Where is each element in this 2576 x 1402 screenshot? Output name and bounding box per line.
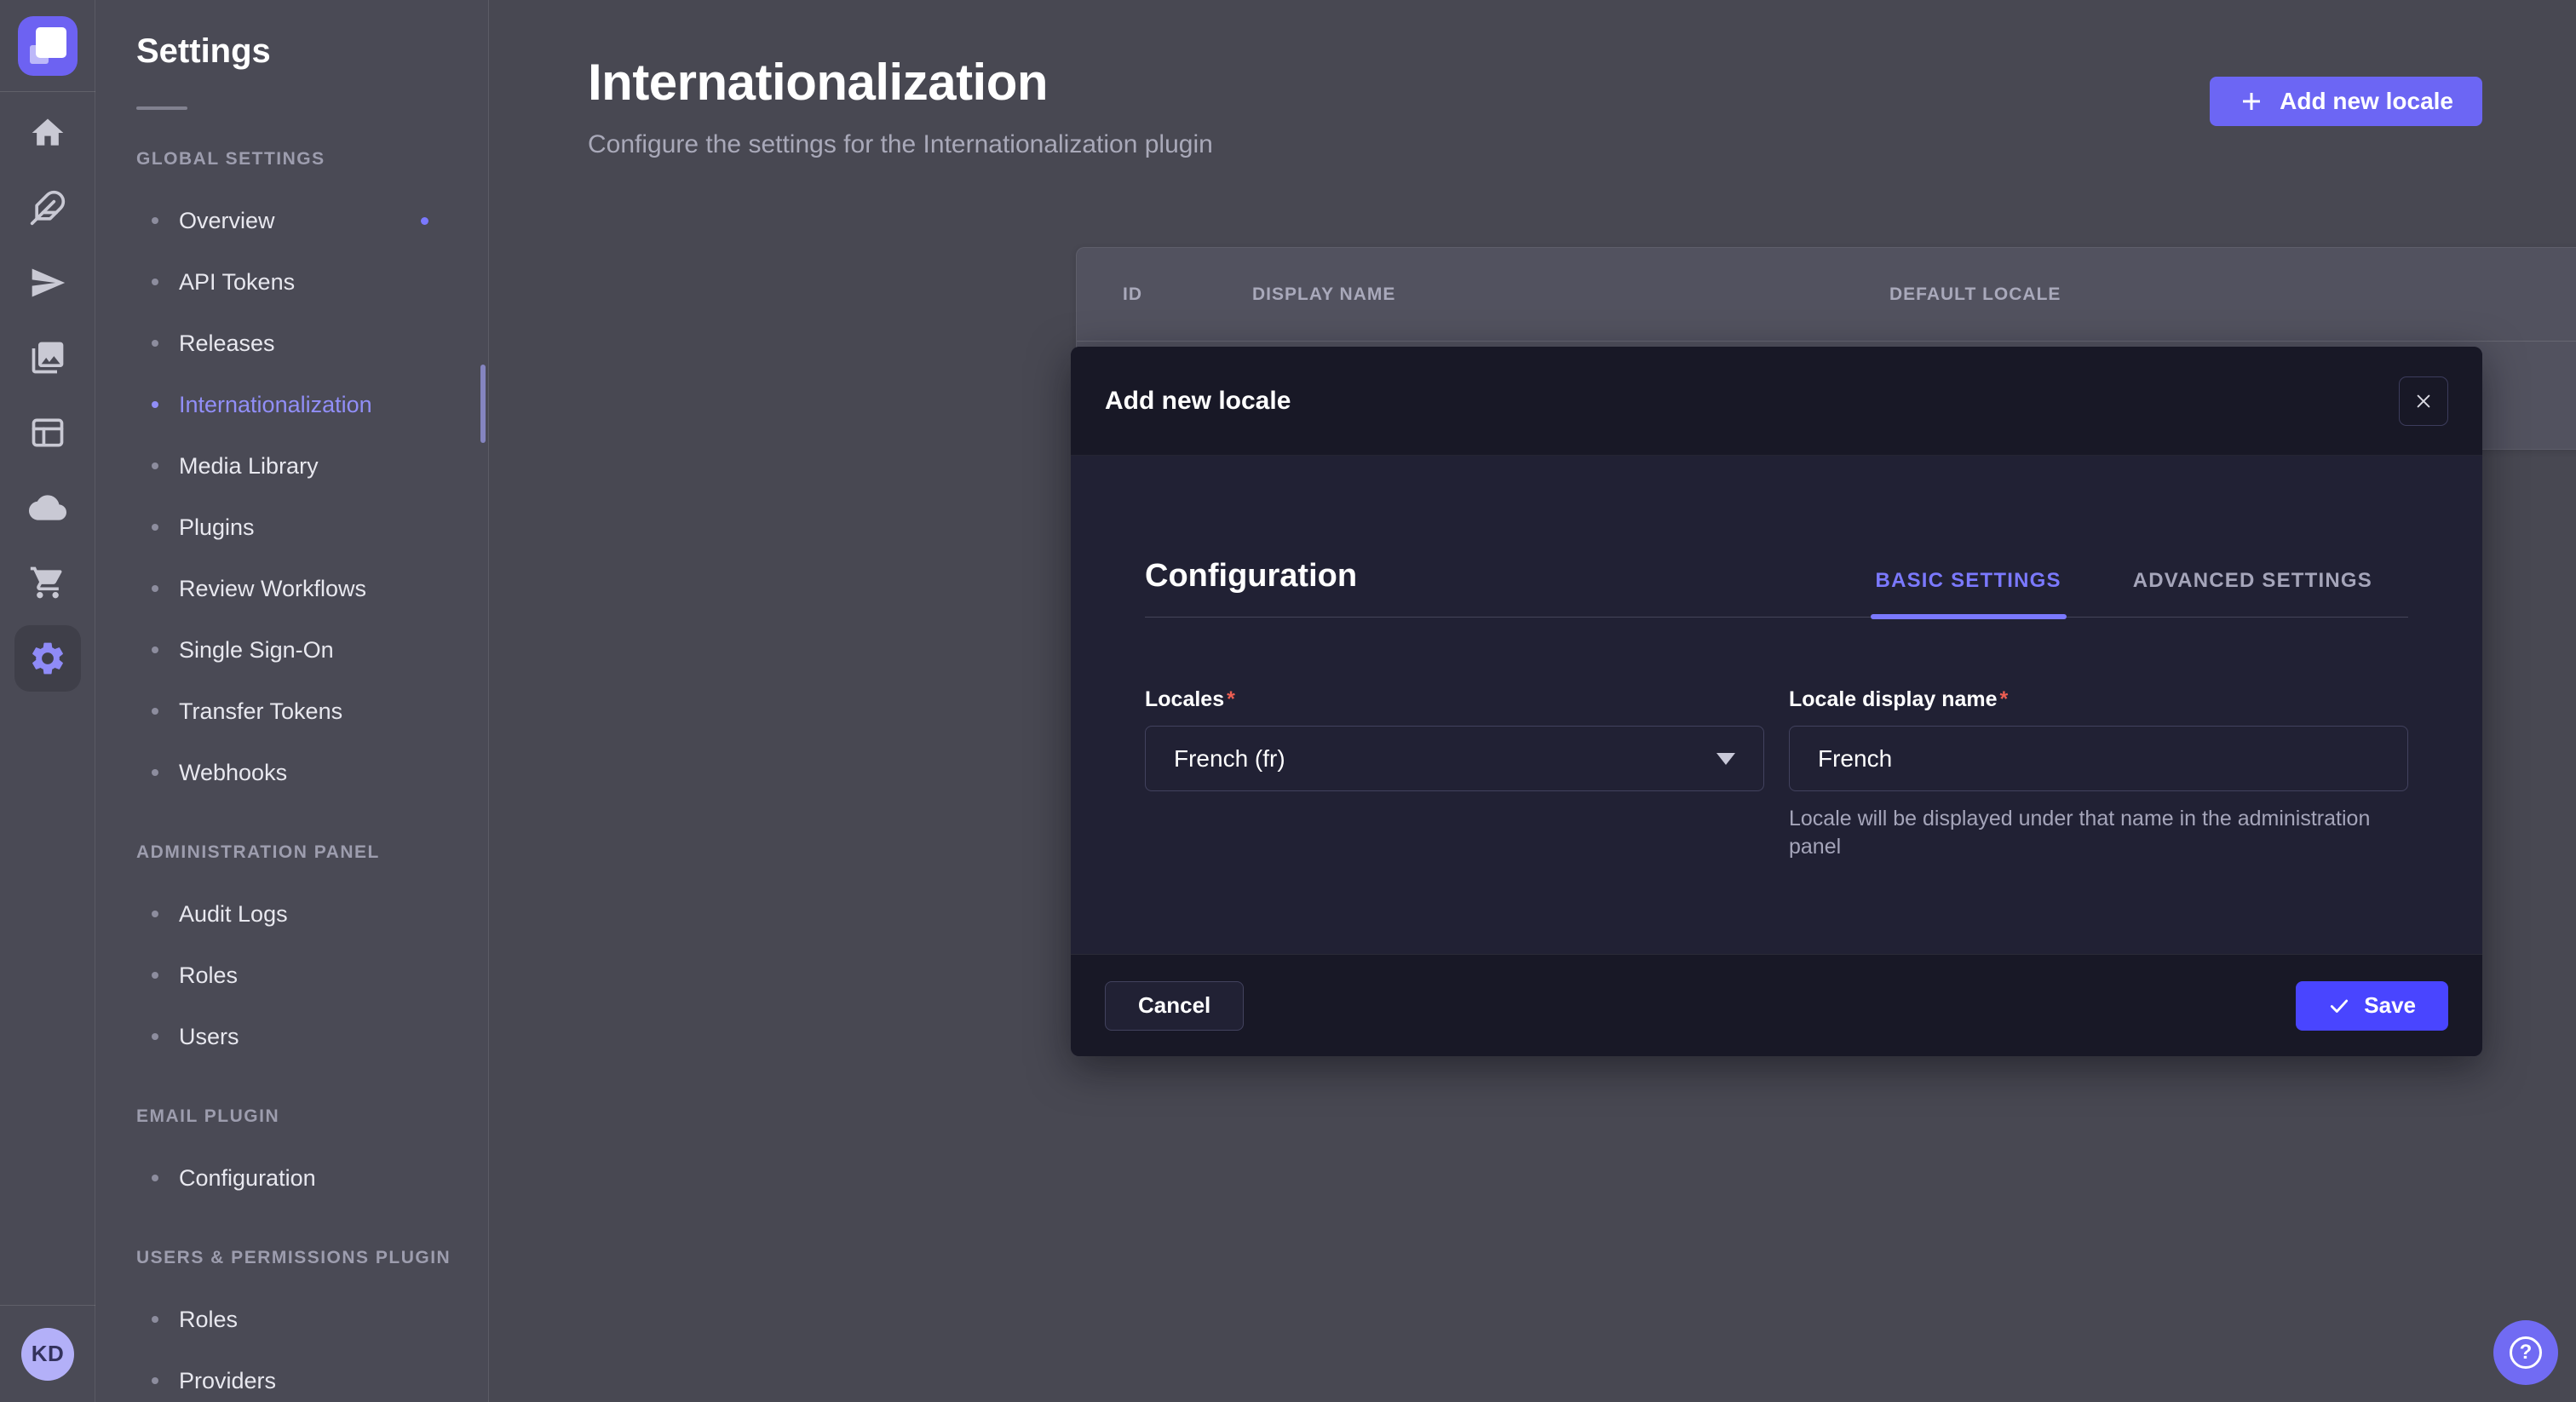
bullet-icon (152, 1033, 158, 1040)
bullet-icon (152, 1377, 158, 1384)
section-administration-panel: ADMINISTRATION PANEL (136, 842, 488, 863)
modal-footer: Cancel Save (1071, 954, 2482, 1056)
required-asterisk: * (2000, 687, 2009, 711)
rail-user-area: KD (0, 1305, 95, 1402)
content-manager-feather-icon[interactable] (29, 189, 66, 227)
sidebar-item-api-tokens[interactable]: API Tokens (136, 251, 488, 313)
section-users-permissions-plugin: USERS & PERMISSIONS PLUGIN (136, 1248, 488, 1268)
sidebar-item-up-providers[interactable]: Providers (136, 1350, 488, 1402)
content-type-builder-send-icon[interactable] (29, 264, 66, 302)
section-global-settings: GLOBAL SETTINGS (136, 149, 488, 170)
required-asterisk: * (1227, 687, 1235, 711)
tab-basic-settings[interactable]: BASIC SETTINGS (1840, 544, 2097, 617)
rail-divider (0, 91, 95, 92)
cancel-button[interactable]: Cancel (1105, 981, 1244, 1031)
user-avatar[interactable]: KD (21, 1328, 74, 1381)
sidebar-item-admin-roles[interactable]: Roles (136, 945, 488, 1006)
media-library-icon[interactable] (29, 339, 66, 376)
strapi-admin-app: KD Settings GLOBAL SETTINGS Overview API… (0, 0, 2576, 1402)
chevron-down-icon (1716, 753, 1735, 765)
sidebar-item-releases[interactable]: Releases (136, 313, 488, 374)
bullet-icon (152, 911, 158, 917)
bullet-icon (152, 646, 158, 653)
sidebar-item-internationalization[interactable]: Internationalization (136, 374, 488, 435)
modal-close-button[interactable] (2399, 376, 2448, 426)
sidebar-item-admin-users[interactable]: Users (136, 1006, 488, 1067)
strapi-logo[interactable] (18, 16, 78, 76)
add-new-locale-modal: Add new locale Configuration BASIC SETTI… (1071, 347, 2482, 1056)
bullet-icon (152, 1175, 158, 1181)
modal-title: Add new locale (1105, 387, 1291, 416)
display-name-hint: Locale will be displayed under that name… (1789, 805, 2408, 861)
locales-select[interactable]: French (fr) (1145, 726, 1764, 791)
column-default-locale: DEFAULT LOCALE (1889, 284, 2061, 305)
bullet-icon (152, 1316, 158, 1323)
locales-field-label: Locales* (1145, 687, 1764, 712)
sidebar-item-overview[interactable]: Overview (136, 190, 488, 251)
page-title: Internationalization (588, 53, 1213, 112)
display-name-field-label: Locale display name* (1789, 687, 2408, 712)
cloud-deploy-icon[interactable] (29, 489, 66, 526)
column-display-name: DISPLAY NAME (1252, 284, 1889, 305)
bullet-icon (152, 524, 158, 531)
sidebar-item-webhooks[interactable]: Webhooks (136, 742, 488, 803)
bullet-icon (152, 585, 158, 592)
modal-body: Configuration BASIC SETTINGS ADVANCED SE… (1071, 456, 2482, 954)
modal-header: Add new locale (1071, 347, 2482, 456)
main-nav-rail: KD (0, 0, 95, 1402)
subnav-scrollbar-thumb[interactable] (480, 365, 486, 443)
settings-gear-icon-active[interactable] (14, 625, 81, 692)
plus-icon (2239, 89, 2264, 114)
strapi-logo-glyph-2 (30, 45, 49, 64)
question-mark-icon: ? (2510, 1336, 2542, 1369)
settings-subnav: Settings GLOBAL SETTINGS Overview API To… (95, 0, 489, 1402)
bullet-icon (152, 972, 158, 979)
sidebar-item-media-library[interactable]: Media Library (136, 435, 488, 497)
save-button[interactable]: Save (2296, 981, 2448, 1031)
modal-tabs: BASIC SETTINGS ADVANCED SETTINGS (1840, 544, 2408, 617)
sidebar-item-plugins[interactable]: Plugins (136, 497, 488, 558)
configuration-heading: Configuration (1145, 558, 1357, 595)
add-new-locale-button[interactable]: Add new locale (2210, 77, 2482, 126)
sidebar-item-single-sign-on[interactable]: Single Sign-On (136, 619, 488, 681)
subnav-title: Settings (136, 32, 488, 71)
bullet-icon (152, 463, 158, 469)
marketplace-cart-icon[interactable] (29, 564, 66, 601)
locale-display-name-input[interactable] (1789, 726, 2408, 791)
sidebar-item-transfer-tokens[interactable]: Transfer Tokens (136, 681, 488, 742)
bullet-icon (152, 769, 158, 776)
bullet-icon (152, 279, 158, 285)
notification-dot (421, 217, 428, 225)
help-button[interactable]: ? (2493, 1320, 2558, 1385)
sidebar-item-review-workflows[interactable]: Review Workflows (136, 558, 488, 619)
subnav-title-divider (136, 106, 187, 110)
layout-panel-icon[interactable] (29, 414, 66, 451)
check-icon (2328, 995, 2350, 1017)
sidebar-item-up-roles[interactable]: Roles (136, 1289, 488, 1350)
page-subtitle: Configure the settings for the Internati… (588, 130, 1213, 159)
home-icon[interactable] (29, 114, 66, 152)
bullet-icon (152, 708, 158, 715)
column-id: ID (1123, 284, 1252, 305)
sidebar-item-email-configuration[interactable]: Configuration (136, 1147, 488, 1209)
main-content: Internationalization Configure the setti… (489, 0, 2576, 1402)
bullet-icon (152, 217, 158, 224)
close-icon (2414, 392, 2433, 411)
bullet-icon (152, 401, 158, 408)
bullet-icon (152, 340, 158, 347)
sidebar-item-audit-logs[interactable]: Audit Logs (136, 883, 488, 945)
tab-advanced-settings[interactable]: ADVANCED SETTINGS (2097, 544, 2408, 617)
table-header-row: ID DISPLAY NAME DEFAULT LOCALE (1077, 248, 2576, 342)
section-email-plugin: EMAIL PLUGIN (136, 1106, 488, 1127)
